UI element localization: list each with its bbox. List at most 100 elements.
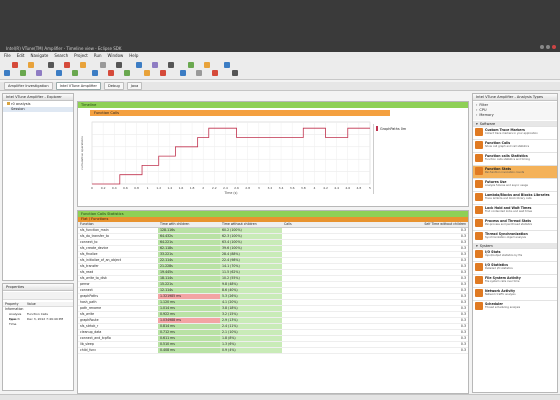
card-description: Input/output statistics by file (485, 254, 523, 257)
toolbar-icon[interactable] (180, 70, 186, 76)
perspective-java[interactable]: Java (126, 82, 143, 90)
group-label: Memory (479, 112, 494, 117)
analysis-type-icon (475, 206, 483, 214)
toolbar-icon[interactable] (92, 70, 98, 76)
toolbar-icon[interactable] (80, 62, 86, 68)
menu-file[interactable]: File (4, 53, 11, 58)
menu-edit[interactable]: Edit (17, 53, 25, 58)
analysis-card[interactable]: Futures Use Analyze futures and async usa… (473, 178, 557, 191)
card-description: Collect trace markers in your applicatio… (485, 132, 538, 135)
card-description: Detailed I/O statistics (485, 267, 513, 270)
toolbar-icon[interactable] (28, 62, 34, 68)
perspective-vtune[interactable]: Intel VTune Amplifier (55, 82, 101, 90)
toolbar-icon[interactable] (224, 62, 230, 68)
toolbar-icon[interactable] (188, 62, 194, 68)
analysis-card[interactable]: I/O Stats Input/output statistics by file (473, 248, 557, 261)
analysis-type-icon (475, 289, 483, 297)
toolbar-icon[interactable] (72, 70, 78, 76)
analysis-type-icon (475, 193, 483, 201)
toolbar-icon[interactable] (212, 70, 218, 76)
x-tick-label: 4.2 (323, 186, 328, 190)
toolbar-icon[interactable] (20, 70, 26, 76)
menu-window[interactable]: Window (108, 53, 124, 58)
analysis-card[interactable]: Thread Synchronization Synchronization ob… (473, 230, 557, 243)
menu-search[interactable]: Search (54, 53, 68, 58)
toolbar-icon[interactable] (232, 70, 238, 76)
analysis-type-icon (475, 128, 483, 136)
toolbar-icon[interactable] (12, 62, 18, 68)
toolbar-icon[interactable] (116, 62, 122, 68)
x-tick-label: 4 (313, 186, 315, 190)
toolbar-icon[interactable] (56, 70, 62, 76)
toolbar-icon[interactable] (136, 62, 142, 68)
func-name-cell: child_func (78, 347, 158, 354)
analysis-card[interactable]: Scheduler Thread scheduling analysis (473, 300, 557, 313)
menu-project[interactable]: Project (74, 53, 88, 58)
toolbar-icon[interactable] (48, 62, 54, 68)
analysis-card[interactable]: Function calls Statistics Function calls … (473, 152, 557, 165)
toolbar-icon[interactable] (196, 70, 202, 76)
analysis-card[interactable]: Custom Trace Markers Collect trace marker… (473, 126, 557, 139)
chevron-right-icon: › (476, 102, 478, 107)
x-tick-label: 3 (258, 186, 260, 190)
menu-help[interactable]: Help (129, 53, 138, 58)
perspective-debug[interactable]: Debug (103, 82, 124, 90)
analysis-card[interactable]: Network Activity Network traffic analysis (473, 287, 557, 300)
self-time-cell: 0.3 (362, 347, 468, 354)
analysis-type-icon (475, 141, 483, 149)
x-tick-label: 4.8 (356, 186, 361, 190)
tree-item-session[interactable]: Session (3, 107, 73, 112)
x-tick-label: 3.2 (268, 186, 273, 190)
toolbar-icon[interactable] (64, 62, 70, 68)
toolbar-icon[interactable] (168, 62, 174, 68)
analysis-type-icon (475, 154, 483, 162)
menu-navigate[interactable]: Navigate (30, 53, 48, 58)
perspective-investigation[interactable]: Amplifier Investigation (4, 82, 53, 90)
x-tick-label: 1 (147, 186, 149, 190)
analysis-card[interactable]: Function Calls Show call graph and call s… (473, 139, 557, 152)
card-description: Trace lambda and block library calls (485, 197, 532, 200)
toolbar-icon[interactable] (160, 70, 166, 76)
group-label: CPU (479, 107, 487, 112)
folder-icon (7, 102, 10, 105)
legend-box: GraphPaths 0m (373, 124, 458, 194)
analysis-card[interactable]: Lock Hold and Wait Times Find contended l… (473, 204, 557, 217)
x-tick-label: 2.4 (223, 186, 228, 190)
table-row[interactable]: child_func 0.408 ms 0.9 (4%) 0.3 (78, 347, 468, 354)
maximize-icon[interactable] (546, 45, 550, 49)
x-tick-label: 1.6 (179, 186, 184, 190)
group-label: Software (479, 121, 496, 126)
analysis-card[interactable]: I/O Statistics Detailed I/O statistics (473, 261, 557, 274)
x-tick-label: 3.8 (301, 186, 306, 190)
tree-item-label: r0 analysis (11, 102, 31, 106)
analysis-types-title: Intel VTune Amplifier - Analysis Types (473, 94, 557, 101)
filter-area: › Filter › CPU › Memory (473, 102, 557, 120)
toolbar-icon[interactable] (100, 62, 106, 68)
analysis-card[interactable]: Lambda/Blocks and Blocks Libraries Trace … (473, 191, 557, 204)
minimize-icon[interactable] (540, 45, 544, 49)
toolbar-icon[interactable] (144, 70, 150, 76)
analysis-card[interactable]: Function Stats Per-function invocation co… (473, 165, 557, 178)
toolbar-icon[interactable] (108, 70, 114, 76)
toolbar-icon[interactable] (4, 70, 10, 76)
timeline-tab[interactable]: Timeline (78, 102, 468, 108)
toolbar-icon[interactable] (204, 62, 210, 68)
analysis-card[interactable]: File System Activity File system calls ov… (473, 274, 557, 287)
group-memory[interactable]: › Memory (473, 112, 557, 117)
menu-run[interactable]: Run (94, 53, 102, 58)
system-cards: I/O Stats Input/output statistics by file… (473, 248, 557, 313)
analysis-type-icon (475, 219, 483, 227)
analysis-card[interactable]: Process and Thread Stats Per-process and … (473, 217, 557, 230)
function-view-panel: Function Calls Statistics Flat / Functio… (77, 210, 469, 394)
x-tick-label: 0.6 (123, 186, 128, 190)
analysis-types-panel: Intel VTune Amplifier - Analysis Types ›… (472, 93, 558, 393)
window-title-bar: Intel(R) VTune(TM) Amplifier - Timeline … (0, 0, 560, 52)
x-tick-label: 1.2 (156, 186, 161, 190)
chevron-down-icon: ▾ (476, 243, 478, 248)
toolbar-icon[interactable] (124, 70, 130, 76)
toolbar-icon[interactable] (36, 70, 42, 76)
close-icon[interactable] (552, 45, 556, 49)
toolbar-icon[interactable] (152, 62, 158, 68)
time-no-children-cell: 0.9 (4%) (220, 347, 282, 354)
prop-key: Launch Time (9, 317, 20, 326)
